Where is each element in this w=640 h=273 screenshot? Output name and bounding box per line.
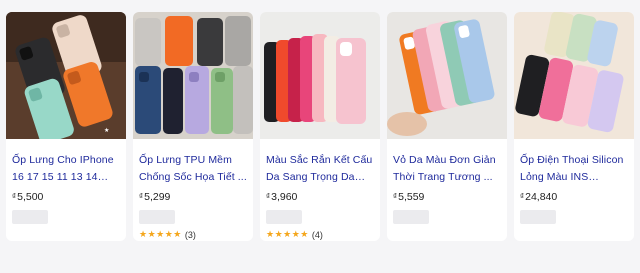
product-title[interactable]: Ốp Lưng Cho IPhone 16 17 15 11 13 14 12.… — [12, 152, 120, 186]
product-card[interactable]: Màu Sắc Rắn Kết Cấu Da Sang Trọng Da C..… — [260, 12, 380, 241]
product-rating: ★★★★★ (3) — [139, 229, 247, 240]
product-price: ₫24,840 — [520, 191, 628, 205]
blurred-sold-count — [139, 210, 175, 224]
svg-text:★: ★ — [104, 127, 109, 134]
blurred-sold-count — [266, 210, 302, 224]
product-image[interactable] — [514, 12, 634, 139]
blurred-sold-count — [12, 210, 48, 224]
product-card[interactable]: Ốp Lưng TPU Mềm Chống Sốc Họa Tiết ... ₫… — [133, 12, 253, 241]
blurred-sold-count — [520, 210, 556, 224]
product-image[interactable] — [133, 12, 253, 139]
currency-symbol: ₫ — [139, 192, 144, 201]
price-value: 5,559 — [398, 191, 425, 203]
product-title[interactable]: Ốp Điện Thoại Silicon Lỏng Màu INS Macar… — [520, 152, 628, 186]
star-rating-icon: ★★★★★ — [139, 229, 182, 239]
product-price: ₫5,559 — [393, 191, 501, 205]
product-title[interactable]: Màu Sắc Rắn Kết Cấu Da Sang Trọng Da C..… — [266, 152, 374, 186]
product-price: ₫5,500 — [12, 191, 120, 205]
product-card[interactable]: Vỏ Da Màu Đơn Giản Thời Trang Tương ... … — [387, 12, 507, 241]
product-price: ₫3,960 — [266, 191, 374, 205]
product-image[interactable] — [387, 12, 507, 139]
price-value: 5,500 — [17, 191, 44, 203]
currency-symbol: ₫ — [266, 192, 271, 201]
product-card[interactable]: ★ Ốp Lưng Cho IPhone 16 17 15 11 13 14 1… — [6, 12, 126, 241]
price-value: 24,840 — [525, 191, 558, 203]
rating-count: (4) — [311, 229, 323, 240]
price-value: 3,960 — [271, 191, 298, 203]
product-carousel: ★ Ốp Lưng Cho IPhone 16 17 15 11 13 14 1… — [6, 12, 634, 241]
product-title[interactable]: Vỏ Da Màu Đơn Giản Thời Trang Tương ... — [393, 152, 501, 186]
product-price: ₫5,299 — [139, 191, 247, 205]
product-image[interactable] — [260, 12, 380, 139]
currency-symbol: ₫ — [393, 192, 398, 201]
currency-symbol: ₫ — [520, 192, 525, 201]
price-value: 5,299 — [144, 191, 171, 203]
rating-count: (3) — [184, 229, 196, 240]
blurred-sold-count — [393, 210, 429, 224]
star-rating-icon: ★★★★★ — [266, 229, 309, 239]
product-card[interactable]: Ốp Điện Thoại Silicon Lỏng Màu INS Macar… — [514, 12, 634, 241]
product-title[interactable]: Ốp Lưng TPU Mềm Chống Sốc Họa Tiết ... — [139, 152, 247, 186]
product-image[interactable]: ★ — [6, 12, 126, 139]
currency-symbol: ₫ — [12, 192, 17, 201]
product-rating: ★★★★★ (4) — [266, 229, 374, 240]
